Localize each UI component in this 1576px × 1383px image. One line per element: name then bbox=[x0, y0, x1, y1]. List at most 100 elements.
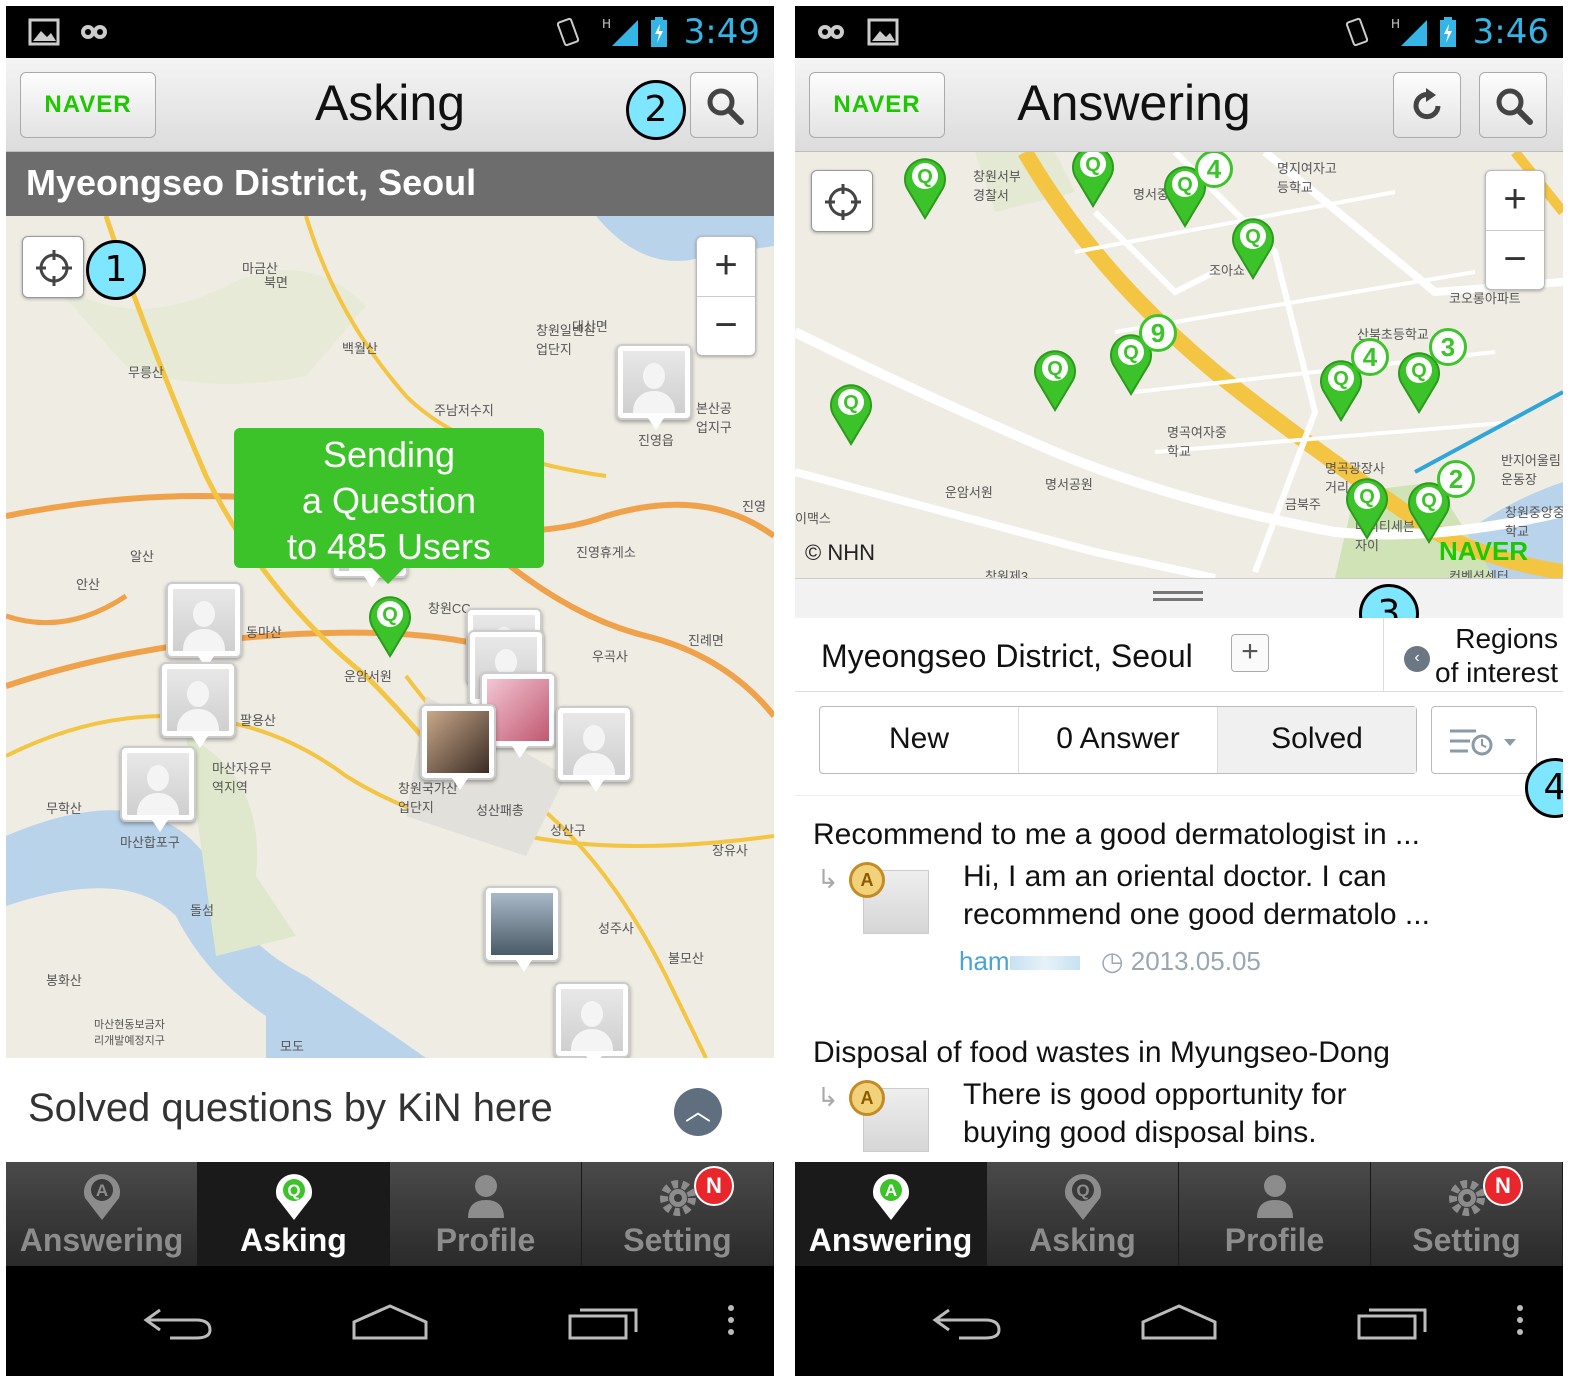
callout-2: 2 bbox=[626, 80, 686, 140]
my-location-button[interactable] bbox=[811, 170, 873, 232]
map-label: 진영휴게소 bbox=[576, 545, 636, 560]
question-title: Disposal of food wastes in Myungseo-Dong bbox=[813, 1036, 1390, 1069]
notification-badge: N bbox=[694, 1166, 734, 1206]
search-button[interactable] bbox=[690, 72, 758, 138]
tab-setting[interactable]: N Setting bbox=[582, 1162, 774, 1266]
answering-map[interactable]: 창원서부경찰서 명서중 명지여자고등학교 조아쇼 코오롱아파트 산북초등학교 반… bbox=[795, 152, 1563, 578]
user-pin[interactable] bbox=[166, 582, 242, 668]
recent-apps-icon[interactable] bbox=[566, 1302, 640, 1342]
map-label: 우곡사 bbox=[592, 649, 628, 664]
back-icon[interactable] bbox=[929, 1302, 1003, 1342]
answer-pin-icon: A bbox=[872, 1174, 909, 1220]
callout-1: 1 bbox=[86, 240, 146, 300]
tab-asking[interactable]: Q Asking bbox=[987, 1162, 1179, 1266]
question-pin-icon[interactable]: Q bbox=[1069, 152, 1117, 208]
svg-text:Q: Q bbox=[382, 604, 398, 626]
map-label: 돌섬 bbox=[190, 903, 214, 918]
question-pin-icon[interactable]: Q bbox=[366, 592, 414, 658]
sort-dropdown[interactable] bbox=[1431, 706, 1537, 774]
map-label: 성산패총 bbox=[476, 803, 524, 818]
status-filter: New 0 Answer Solved bbox=[819, 706, 1417, 774]
tab-profile[interactable]: Profile bbox=[1179, 1162, 1371, 1266]
panel-drag-handle[interactable] bbox=[795, 578, 1563, 618]
svg-text:Q: Q bbox=[1123, 342, 1139, 364]
tab-profile[interactable]: Profile bbox=[390, 1162, 582, 1266]
zoom-in-button[interactable]: + bbox=[697, 237, 755, 297]
status-time: 3:49 bbox=[683, 12, 760, 52]
tab-label: Profile bbox=[435, 1222, 536, 1258]
answer-meta: ham ◷ 2013.05.05 bbox=[959, 946, 1261, 977]
user-pin[interactable] bbox=[556, 706, 632, 792]
user-photo-pin[interactable] bbox=[484, 886, 560, 972]
pin-count-badge: 2 bbox=[1437, 460, 1475, 498]
user-pin[interactable] bbox=[554, 982, 630, 1058]
map-label: 이맥스 bbox=[795, 511, 831, 526]
tab-setting[interactable]: N Setting bbox=[1371, 1162, 1563, 1266]
zoom-control: + − bbox=[696, 236, 756, 356]
add-region-button[interactable]: + bbox=[1231, 634, 1269, 672]
zoom-out-button[interactable]: − bbox=[697, 297, 755, 357]
regions-of-interest-button[interactable]: ‹ Regions of interest bbox=[1383, 618, 1563, 692]
user-pin[interactable] bbox=[160, 662, 236, 748]
zoom-out-button[interactable]: − bbox=[1486, 231, 1544, 291]
map-label: 진영읍 bbox=[638, 433, 674, 448]
filter-solved[interactable]: Solved bbox=[1218, 707, 1416, 773]
asking-map[interactable]: 마금산 무릉산 백월산 주남저수지 진영읍 창원일반산업단지 북면 대산면 알산… bbox=[6, 216, 774, 1058]
gear-icon bbox=[659, 1180, 696, 1216]
user-pin[interactable] bbox=[120, 746, 196, 832]
tab-answering[interactable]: A Answering bbox=[795, 1162, 987, 1266]
svg-text:A: A bbox=[884, 1181, 896, 1200]
vibrate-icon bbox=[556, 17, 580, 47]
map-label: 명서공원 bbox=[1045, 477, 1093, 492]
map-label: 대산면 bbox=[572, 319, 608, 334]
home-icon[interactable] bbox=[350, 1302, 430, 1342]
overflow-menu-icon[interactable] bbox=[724, 1302, 738, 1342]
map-label: 창원서부경찰서 bbox=[973, 169, 1021, 203]
filter-zero-answer[interactable]: 0 Answer bbox=[1019, 707, 1218, 773]
map-label: 본산공업지구 bbox=[696, 401, 732, 435]
zoom-control: + − bbox=[1485, 170, 1545, 290]
blurred-username bbox=[1009, 956, 1080, 971]
map-label: 장유사 bbox=[712, 843, 748, 858]
tab-answering[interactable]: A Answering bbox=[6, 1162, 198, 1266]
map-label: 반지어울림운동장 bbox=[1501, 453, 1561, 487]
medal-icon: A bbox=[849, 862, 885, 898]
answer-preview: There is good opportunity for buying goo… bbox=[963, 1078, 1347, 1149]
zoom-in-button[interactable]: + bbox=[1486, 171, 1544, 231]
gallery-notification-icon bbox=[28, 18, 60, 46]
owl-notification-icon bbox=[818, 25, 844, 39]
map-label: 백월산 bbox=[342, 341, 378, 356]
filter-new[interactable]: New bbox=[820, 707, 1019, 773]
question-pin-icon[interactable]: Q bbox=[1343, 474, 1391, 540]
answerer-name[interactable]: ham bbox=[959, 946, 1010, 976]
map-label: 운암서원 bbox=[344, 669, 392, 684]
question-pin-icon[interactable]: Q bbox=[901, 154, 949, 220]
map-label: 창원국가산업단지 bbox=[398, 781, 458, 815]
question-pin-icon: Q bbox=[1064, 1174, 1101, 1220]
crosshair-icon bbox=[36, 250, 72, 286]
user-pin[interactable] bbox=[616, 344, 692, 430]
my-location-button[interactable] bbox=[22, 236, 84, 298]
owl-notification-icon bbox=[81, 25, 107, 39]
recent-apps-icon[interactable] bbox=[1355, 1302, 1429, 1342]
regions-of-interest-label: Regions of interest bbox=[1435, 623, 1558, 688]
tab-asking[interactable]: Q Asking bbox=[198, 1162, 390, 1266]
map-label: 명곡여자중학교 bbox=[1167, 425, 1227, 459]
user-photo-pin[interactable] bbox=[420, 704, 496, 790]
map-label: 안산 bbox=[76, 577, 100, 592]
question-pin-icon[interactable]: Q bbox=[1031, 346, 1079, 412]
map-copyright: © NHN bbox=[805, 540, 875, 565]
question-pin-icon[interactable]: Q bbox=[827, 380, 875, 446]
expand-up-button[interactable]: ︿ bbox=[674, 1088, 722, 1136]
question-pin-icon[interactable]: Q bbox=[1229, 214, 1277, 280]
search-button[interactable] bbox=[1479, 72, 1547, 138]
sending-question-bubble: Sending a Question to 485 Users bbox=[234, 428, 544, 584]
solved-questions-bar[interactable]: Solved questions by KiN here ︿ bbox=[6, 1058, 774, 1162]
tab-label: Answering bbox=[808, 1222, 973, 1258]
back-icon[interactable] bbox=[140, 1302, 214, 1342]
refresh-button[interactable] bbox=[1393, 72, 1461, 138]
overflow-menu-icon[interactable] bbox=[1513, 1302, 1527, 1342]
home-icon[interactable] bbox=[1139, 1302, 1219, 1342]
pin-count-badge: 9 bbox=[1139, 314, 1177, 352]
profile-icon bbox=[1256, 1175, 1293, 1218]
